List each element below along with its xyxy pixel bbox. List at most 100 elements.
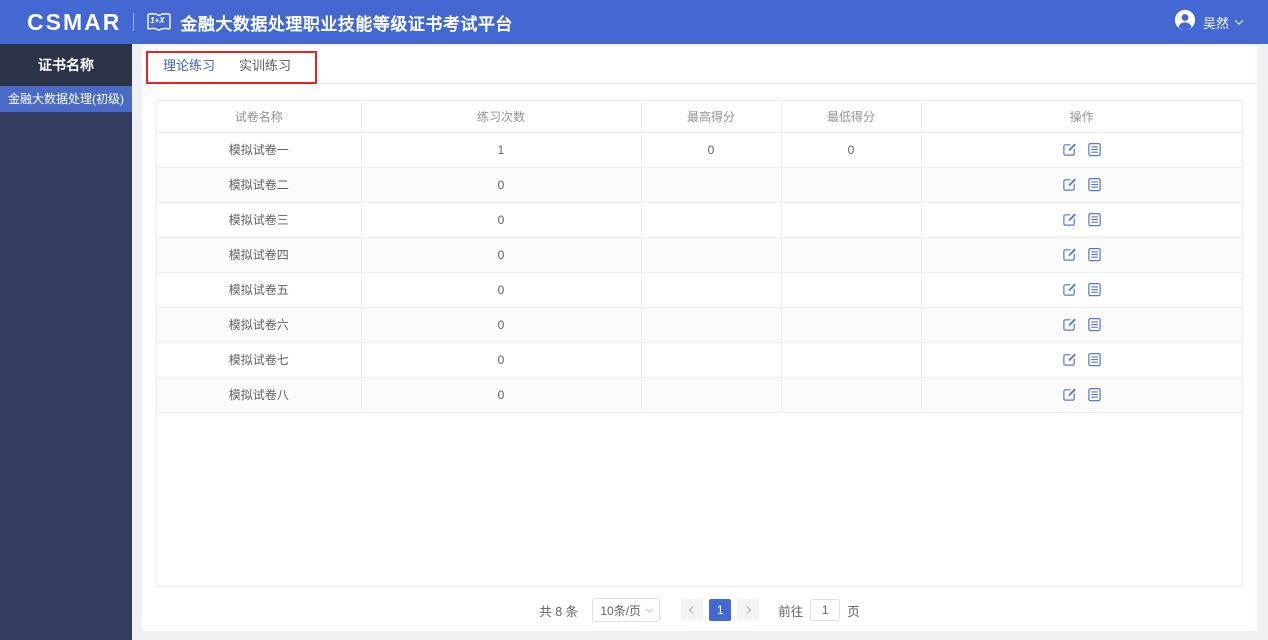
table-header-row: 试卷名称 练习次数 最高得分 最低得分 操作 <box>157 101 1242 133</box>
user-menu[interactable]: 吴然 <box>1174 9 1244 36</box>
cell-paper-name: 模拟试卷七 <box>157 342 362 378</box>
column-header-highest-score: 最高得分 <box>641 101 782 133</box>
report-list-icon[interactable] <box>1087 247 1102 262</box>
cell-practice-count: 0 <box>361 272 642 308</box>
edit-icon[interactable] <box>1062 352 1077 367</box>
content-card: 理论练习 实训练习 试卷名称 练习次数 最高得分 最低得分 操作 模拟试卷一 1 0… <box>142 46 1257 631</box>
operation-icons <box>922 212 1243 227</box>
cell-operations <box>921 132 1242 168</box>
chevron-left-icon <box>688 605 698 615</box>
sidebar-item-certificate[interactable]: 金融大数据处理(初级) <box>0 86 132 112</box>
page-unit-label: 页 <box>847 604 860 619</box>
table-row: 模拟试卷五 0 <box>157 272 1243 308</box>
cell-practice-count: 0 <box>361 342 642 378</box>
cell-paper-name: 模拟试卷一 <box>157 132 362 168</box>
cell-operations <box>921 307 1242 343</box>
goto-page-input[interactable] <box>810 599 841 621</box>
cell-lowest-score <box>781 202 922 238</box>
report-list-icon[interactable] <box>1087 142 1102 157</box>
report-list-icon[interactable] <box>1087 352 1102 367</box>
column-header-lowest-score: 最低得分 <box>781 101 922 133</box>
top-header: CSMAR 1+X 金融大数据处理职业技能等级证书考试平台 吴然 <box>0 0 1268 44</box>
cell-paper-name: 模拟试卷二 <box>157 167 362 203</box>
user-name: 吴然 <box>1202 15 1229 31</box>
goto-label: 前往 <box>778 604 804 619</box>
cell-paper-name: 模拟试卷六 <box>157 307 362 343</box>
cell-lowest-score <box>781 342 922 378</box>
table-row: 模拟试卷一 1 0 0 <box>157 132 1242 168</box>
page-size-select[interactable]: 10条/页 <box>592 598 661 622</box>
operation-icons <box>922 177 1243 192</box>
table-row: 模拟试卷四 0 <box>157 237 1243 273</box>
cell-lowest-score <box>781 307 922 343</box>
cell-highest-score <box>641 342 782 378</box>
table-row: 模拟试卷三 0 <box>157 202 1243 238</box>
edit-icon[interactable] <box>1062 142 1077 157</box>
operation-icons <box>922 352 1243 367</box>
book-1x-icon: 1+X <box>146 12 172 32</box>
cell-highest-score <box>641 377 782 413</box>
column-header-practice-count: 练习次数 <box>361 101 642 133</box>
cell-practice-count: 1 <box>361 132 642 168</box>
pagination: 共 8 条 10条/页 1 前往 页 <box>142 597 1257 623</box>
tab-theory-practice[interactable]: 理论练习 <box>163 46 216 84</box>
sidebar: 证书名称 金融大数据处理(初级) <box>0 44 132 640</box>
table-row: 模拟试卷八 0 <box>157 377 1243 413</box>
cell-practice-count: 0 <box>361 377 642 413</box>
cell-practice-count: 0 <box>361 307 642 343</box>
cell-highest-score <box>641 202 782 238</box>
table-row: 模拟试卷七 0 <box>157 342 1243 378</box>
cell-lowest-score <box>781 377 922 413</box>
exam-table: 试卷名称 练习次数 最高得分 最低得分 操作 模拟试卷一 1 0 0 模拟试卷二 0 <box>156 100 1243 587</box>
table-row: 模拟试卷二 0 <box>157 167 1243 203</box>
total-count-label: 共 8 条 <box>539 604 579 619</box>
avatar <box>1174 9 1196 36</box>
edit-icon[interactable] <box>1062 282 1077 297</box>
table-body: 模拟试卷一 1 0 0 模拟试卷二 0 模拟试卷三 0 模拟试卷四 0 模拟试卷… <box>157 132 1243 413</box>
report-list-icon[interactable] <box>1087 317 1102 332</box>
report-list-icon[interactable] <box>1087 212 1102 227</box>
cell-highest-score <box>641 237 782 273</box>
cell-operations <box>921 342 1243 378</box>
tab-practical-practice[interactable]: 实训练习 <box>239 46 291 83</box>
sidebar-title: 证书名称 <box>0 44 132 86</box>
cell-paper-name: 模拟试卷四 <box>157 237 362 273</box>
chevron-right-icon <box>742 605 752 615</box>
chevron-down-icon <box>1234 16 1244 25</box>
report-list-icon[interactable] <box>1087 282 1102 297</box>
brand: CSMAR 1+X 金融大数据处理职业技能等级证书考试平台 <box>27 9 513 36</box>
operation-icons <box>922 387 1243 402</box>
column-header-operations: 操作 <box>921 101 1242 133</box>
cell-operations <box>921 202 1243 238</box>
report-list-icon[interactable] <box>1087 177 1102 192</box>
report-list-icon[interactable] <box>1087 387 1102 402</box>
prev-page-button[interactable] <box>681 599 704 621</box>
page-size-value: 10条/页 <box>600 603 642 618</box>
operation-icons <box>922 247 1243 262</box>
csmar-logo: CSMAR <box>27 8 122 35</box>
cell-operations <box>921 167 1243 203</box>
operation-icons <box>922 282 1243 297</box>
edit-icon[interactable] <box>1062 387 1077 402</box>
table-row: 模拟试卷六 0 <box>157 307 1242 343</box>
cell-highest-score: 0 <box>641 132 782 168</box>
next-page-button[interactable] <box>737 599 760 621</box>
cell-lowest-score <box>781 237 922 273</box>
book-badge-text: 1+X <box>150 16 165 25</box>
edit-icon[interactable] <box>1062 317 1077 332</box>
cell-highest-score <box>641 272 782 308</box>
chevron-down-icon <box>645 605 654 613</box>
edit-icon[interactable] <box>1062 212 1077 227</box>
cell-paper-name: 模拟试卷八 <box>157 377 362 413</box>
cell-lowest-score <box>781 272 922 308</box>
edit-icon[interactable] <box>1062 177 1077 192</box>
cell-operations <box>921 237 1243 273</box>
cell-practice-count: 0 <box>361 237 642 273</box>
cell-paper-name: 模拟试卷五 <box>157 272 362 308</box>
edit-icon[interactable] <box>1062 247 1077 262</box>
platform-title: 金融大数据处理职业技能等级证书考试平台 <box>180 14 513 34</box>
cell-operations <box>921 377 1243 413</box>
cell-highest-score <box>641 307 782 343</box>
cell-operations <box>921 272 1243 308</box>
page-number-button[interactable]: 1 <box>709 599 732 621</box>
